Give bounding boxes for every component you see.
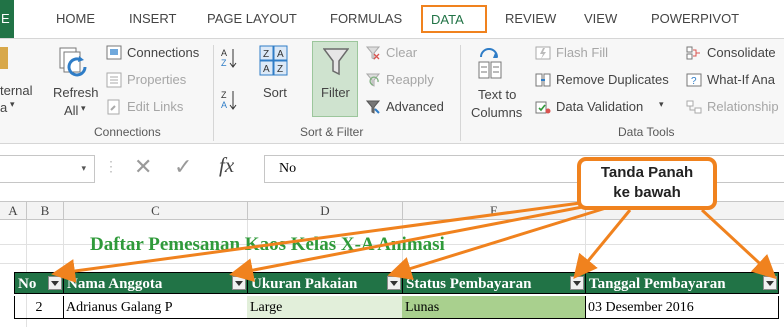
arrow-to-nama-anggota (229, 202, 599, 282)
callout-line-1: Tanda Panah (600, 164, 694, 181)
arrow-to-status-pembayaran (573, 209, 632, 279)
callout-box: Tanda Panah ke bawah (577, 157, 717, 210)
arrow-to-ukuran-pakaian (387, 206, 607, 281)
arrow-to-tanggal-pembayaran (700, 208, 777, 280)
callout-line-2: ke bawah (613, 184, 681, 201)
